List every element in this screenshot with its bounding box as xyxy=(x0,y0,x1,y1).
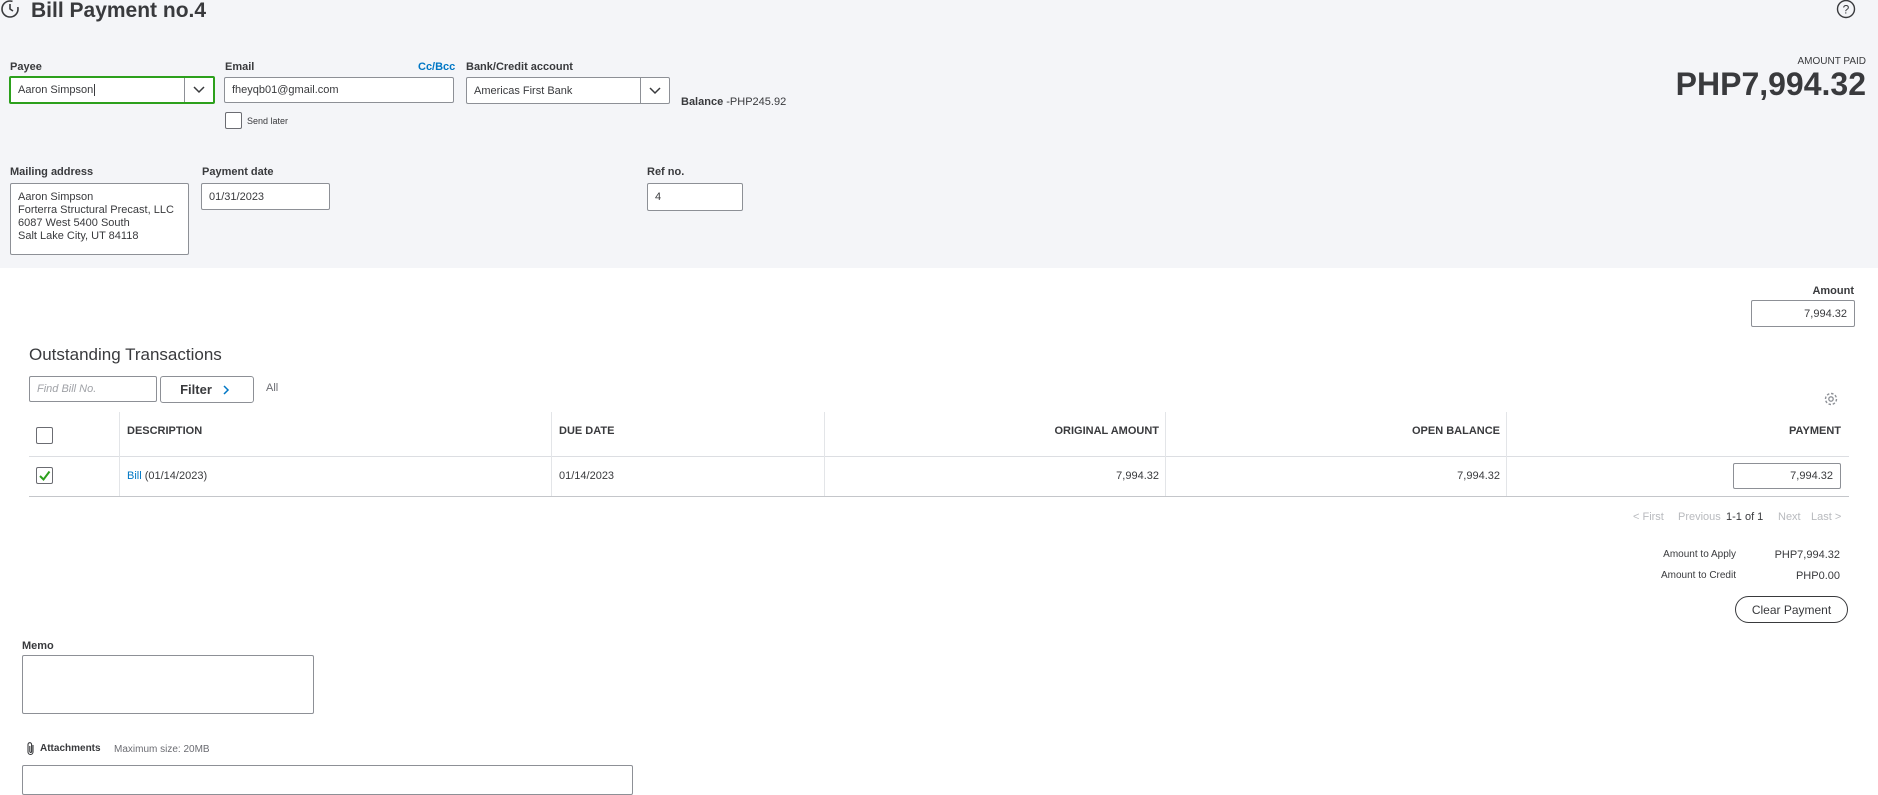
row-divider xyxy=(29,456,1849,457)
bank-account-label: Bank/Credit account xyxy=(466,61,573,73)
row-original-amount: 7,994.32 xyxy=(1116,470,1159,482)
row-description-date: (01/14/2023) xyxy=(141,470,208,482)
pager-next[interactable]: Next xyxy=(1778,511,1801,523)
history-icon[interactable] xyxy=(0,0,22,20)
column-header-due-date[interactable]: DUE DATE xyxy=(559,425,614,437)
payee-label: Payee xyxy=(10,61,42,73)
column-divider xyxy=(824,412,825,496)
memo-field[interactable] xyxy=(22,655,314,714)
attachments-max-size: Maximum size: 20MB xyxy=(114,744,210,755)
bank-dropdown-button[interactable] xyxy=(640,78,669,103)
mailing-line: Aaron Simpson xyxy=(18,191,94,203)
filter-label: Filter xyxy=(180,382,212,397)
column-divider xyxy=(551,412,552,496)
amount-label: Amount xyxy=(1812,285,1854,297)
email-field[interactable]: fheyqb01@gmail.com xyxy=(224,77,454,103)
row-checkbox[interactable] xyxy=(36,467,53,484)
balance-value: -PHP245.92 xyxy=(726,96,787,108)
balance-label: Balance xyxy=(681,96,724,108)
svg-text:?: ? xyxy=(1843,3,1850,17)
attachments-dropzone[interactable] xyxy=(22,765,633,795)
pager-last[interactable]: Last > xyxy=(1811,511,1841,523)
row-description: Bill (01/14/2023) xyxy=(127,470,207,482)
filter-button[interactable]: Filter xyxy=(160,376,254,403)
payment-date-field[interactable]: 01/31/2023 xyxy=(201,183,330,210)
chevron-down-icon xyxy=(193,86,205,94)
find-bill-input[interactable]: Find Bill No. xyxy=(29,376,157,402)
bill-link[interactable]: Bill xyxy=(127,470,142,482)
payee-value: Aaron Simpson xyxy=(18,84,94,96)
bank-account-select[interactable]: Americas First Bank xyxy=(466,77,670,104)
pager-previous[interactable]: Previous xyxy=(1678,511,1721,523)
amount-to-apply-value: PHP7,994.32 xyxy=(1774,549,1840,561)
row-open-balance: 7,994.32 xyxy=(1457,470,1500,482)
send-later-label: Send later xyxy=(247,116,289,126)
email-label: Email xyxy=(225,61,255,73)
amount-paid-value: PHP7,994.32 xyxy=(1675,66,1866,102)
attachments-label: Attachments xyxy=(40,743,101,754)
chevron-right-icon xyxy=(223,384,229,395)
column-divider xyxy=(119,412,120,496)
gear-icon[interactable] xyxy=(1822,390,1840,408)
payee-dropdown-button[interactable] xyxy=(184,78,213,102)
pager-range: 1-1 of 1 xyxy=(1726,511,1764,523)
help-icon[interactable]: ? xyxy=(1835,0,1857,20)
amount-to-credit-label: Amount to Credit xyxy=(1660,570,1736,581)
row-divider xyxy=(29,496,1849,497)
mailing-address-field[interactable]: Aaron Simpson Forterra Structural Precas… xyxy=(10,183,189,255)
filter-value: All xyxy=(266,382,279,394)
row-due-date: 01/14/2023 xyxy=(559,470,615,482)
mailing-line: 6087 West 5400 South xyxy=(18,217,130,229)
header-panel xyxy=(0,0,1878,268)
column-header-original-amount[interactable]: ORIGINAL AMOUNT xyxy=(830,425,1160,437)
column-header-payment[interactable]: PAYMENT xyxy=(1510,425,1841,437)
payment-date-label: Payment date xyxy=(202,166,274,178)
mailing-line: Salt Lake City, UT 84118 xyxy=(18,230,139,242)
column-header-description[interactable]: DESCRIPTION xyxy=(127,425,202,437)
chevron-down-icon xyxy=(649,86,661,94)
mailing-line: Forterra Structural Precast, LLC xyxy=(18,204,174,216)
amount-to-credit-value: PHP0.00 xyxy=(1795,570,1840,582)
bank-account-value: Americas First Bank xyxy=(474,84,573,97)
pager-first[interactable]: < First xyxy=(1633,511,1664,523)
column-header-open-balance[interactable]: OPEN BALANCE xyxy=(1170,425,1500,437)
amount-field[interactable]: 7,994.32 xyxy=(1751,300,1855,327)
paperclip-icon xyxy=(27,742,34,756)
mailing-address-label: Mailing address xyxy=(10,166,94,178)
ref-no-label: Ref no. xyxy=(647,166,685,178)
page-title: Bill Payment no.4 xyxy=(31,0,207,22)
row-payment-input[interactable]: 7,994.32 xyxy=(1733,463,1841,489)
checkmark-icon xyxy=(39,470,51,482)
select-all-checkbox[interactable] xyxy=(36,427,53,444)
memo-label: Memo xyxy=(22,640,54,652)
payee-select[interactable]: Aaron Simpson xyxy=(9,76,215,104)
outstanding-title: Outstanding Transactions xyxy=(29,345,222,364)
clear-payment-button[interactable]: Clear Payment xyxy=(1735,596,1848,623)
column-divider xyxy=(1165,412,1166,496)
column-divider xyxy=(1506,412,1507,496)
balance-display: Balance -PHP245.92 xyxy=(681,96,786,108)
cc-bcc-link[interactable]: Cc/Bcc xyxy=(418,61,455,73)
send-later-checkbox[interactable] xyxy=(225,112,242,129)
amount-to-apply-label: Amount to Apply xyxy=(1663,549,1736,560)
ref-no-field[interactable]: 4 xyxy=(647,183,743,211)
text-cursor xyxy=(94,84,96,96)
